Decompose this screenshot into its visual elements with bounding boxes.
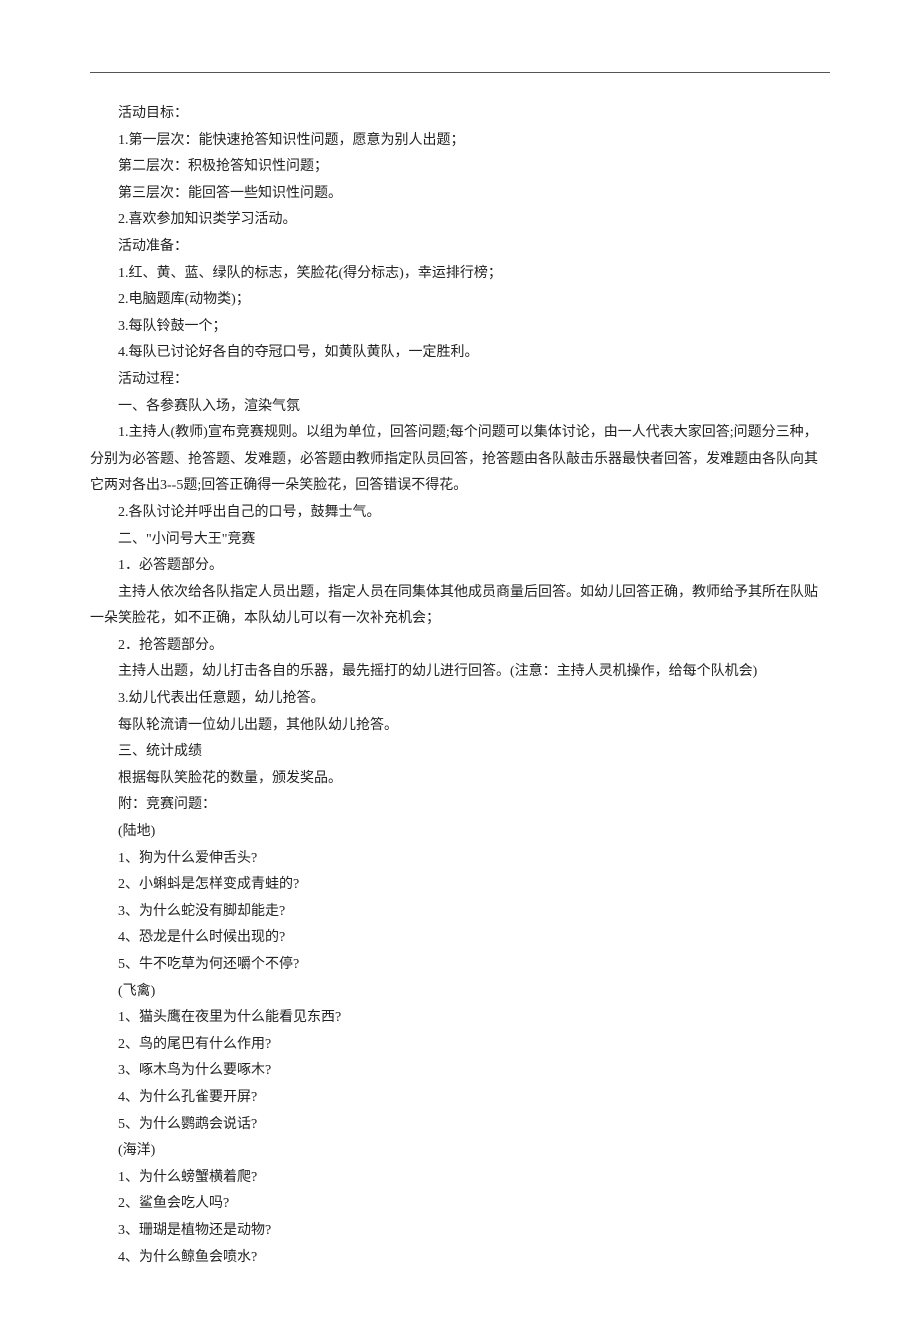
text-line: 3、珊瑚是植物还是动物?	[90, 1218, 830, 1245]
text-line: 三、统计成绩	[90, 739, 830, 766]
text-line: 主持人依次给各队指定人员出题，指定人员在同集体其他成员商量后回答。如幼儿回答正确…	[90, 580, 830, 633]
text-line: 4、为什么鲸鱼会喷水?	[90, 1245, 830, 1272]
text-line: 活动准备：	[90, 234, 830, 261]
text-line: 2.电脑题库(动物类)；	[90, 287, 830, 314]
text-line: 1．必答题部分。	[90, 553, 830, 580]
text-line: 2.喜欢参加知识类学习活动。	[90, 207, 830, 234]
text-line: 2．抢答题部分。	[90, 633, 830, 660]
text-line: 附：竞赛问题：	[90, 792, 830, 819]
text-line: 5、为什么鹦鹉会说话?	[90, 1112, 830, 1139]
text-line: 活动过程：	[90, 367, 830, 394]
text-line: 4、恐龙是什么时候出现的?	[90, 925, 830, 952]
text-line: 5、牛不吃草为何还嚼个不停?	[90, 952, 830, 979]
text-line: 活动目标：	[90, 101, 830, 128]
text-line: 每队轮流请一位幼儿出题，其他队幼儿抢答。	[90, 713, 830, 740]
text-line: (陆地)	[90, 819, 830, 846]
text-line: 1.红、黄、蓝、绿队的标志，笑脸花(得分标志)，幸运排行榜；	[90, 261, 830, 288]
text-line: 1.第一层次：能快速抢答知识性问题，愿意为别人出题；	[90, 128, 830, 155]
document-body: 活动目标：1.第一层次：能快速抢答知识性问题，愿意为别人出题；第二层次：积极抢答…	[90, 101, 830, 1271]
text-line: 第三层次：能回答一些知识性问题。	[90, 181, 830, 208]
text-line: 2、鸟的尾巴有什么作用?	[90, 1032, 830, 1059]
text-line: 3.幼儿代表出任意题，幼儿抢答。	[90, 686, 830, 713]
text-line: (海洋)	[90, 1138, 830, 1165]
text-line: 1、狗为什么爱伸舌头?	[90, 846, 830, 873]
top-divider	[90, 72, 830, 73]
text-line: 一、各参赛队入场，渲染气氛	[90, 394, 830, 421]
text-line: 2、鲨鱼会吃人吗?	[90, 1191, 830, 1218]
text-line: 二、"小问号大王"竞赛	[90, 527, 830, 554]
text-line: 1.主持人(教师)宣布竞赛规则。以组为单位，回答问题;每个问题可以集体讨论，由一…	[90, 420, 830, 500]
text-line: 2、小蝌蚪是怎样变成青蛙的?	[90, 872, 830, 899]
text-line: 3.每队铃鼓一个；	[90, 314, 830, 341]
text-line: 2.各队讨论并呼出自己的口号，鼓舞士气。	[90, 500, 830, 527]
text-line: 3、啄木鸟为什么要啄木?	[90, 1058, 830, 1085]
text-line: 3、为什么蛇没有脚却能走?	[90, 899, 830, 926]
text-line: 主持人出题，幼儿打击各自的乐器，最先摇打的幼儿进行回答。(注意：主持人灵机操作，…	[90, 659, 830, 686]
text-line: (飞禽)	[90, 979, 830, 1006]
text-line: 1、猫头鹰在夜里为什么能看见东西?	[90, 1005, 830, 1032]
text-line: 4、为什么孔雀要开屏?	[90, 1085, 830, 1112]
document-page: 活动目标：1.第一层次：能快速抢答知识性问题，愿意为别人出题；第二层次：积极抢答…	[0, 0, 920, 1331]
text-line: 1、为什么螃蟹横着爬?	[90, 1165, 830, 1192]
text-line: 根据每队笑脸花的数量，颁发奖品。	[90, 766, 830, 793]
text-line: 第二层次：积极抢答知识性问题；	[90, 154, 830, 181]
text-line: 4.每队已讨论好各自的夺冠口号，如黄队黄队，一定胜利。	[90, 340, 830, 367]
